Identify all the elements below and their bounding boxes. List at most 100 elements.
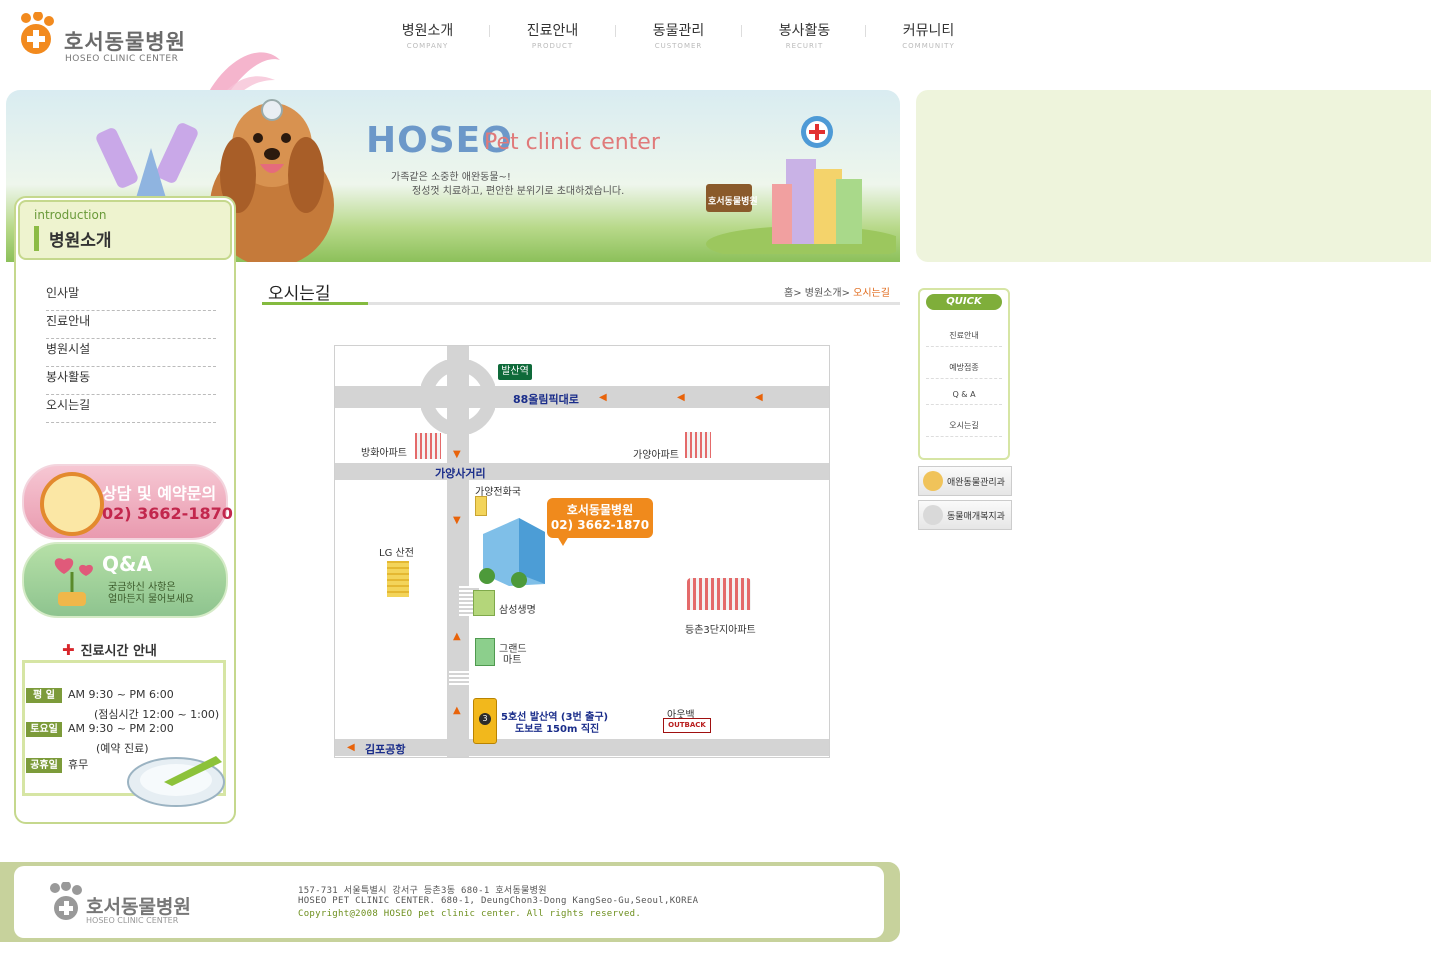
nav-label: 커뮤니티 [902,23,955,39]
sidebar-item-volunteer[interactable]: 봉사활동 [46,368,216,395]
sidebar-item-greeting[interactable]: 인사말 [46,284,216,311]
footer-address-en: HOSEO PET CLINIC CENTER. 680-1, DeungCho… [298,896,699,906]
nav-label: 병원소개 [401,23,454,39]
qa-banner[interactable]: Q&A 궁금하신 사항은 얼마든지 물어보세요 [22,542,228,618]
nav-product[interactable]: 진료안내 PRODUCT [490,20,615,50]
quick-item-directions[interactable]: 오시는길 [926,420,1002,437]
building-icon [473,590,495,616]
logo-subtext: HOSEO CLINIC CENTER [65,54,179,64]
arrow-left-icon: ◀ [755,392,763,403]
clock-dish-decoration [127,756,225,807]
sidebar-intro: introduction [34,208,107,222]
hours-row-weekday: 평 일 AM 9:30 ~ PM 6:00 [26,688,174,703]
pet-care-button[interactable]: 애완동물관리과 [918,466,1012,496]
plant-pot-icon [54,558,93,606]
hours-title-text: 진료시간 안내 [80,644,157,659]
breadcrumb-section[interactable]: 병원소개> [805,288,850,299]
label-lg: LG 산전 [379,548,414,559]
global-nav: 병원소개 COMPANY 진료안내 PRODUCT 동물관리 CUSTOMER … [365,20,985,54]
pet-care-label: 애완동물관리과 [947,478,1005,488]
quick-title: QUICK [926,294,1002,310]
nav-label: 봉사활동 [778,23,831,39]
building-icon [475,638,495,666]
apartment-icon [687,578,751,610]
animal-assisted-button[interactable]: 동물매개복지과 [918,500,1012,530]
quick-item-qa[interactable]: Q & A [926,390,1002,405]
quick-menu: QUICK 진료안내 예방접종 Q & A 오시는길 [918,288,1010,460]
consult-title: 상담 및 예약문의 [102,484,217,503]
nav-recruit[interactable]: 봉사활동 RECURIT [742,20,867,50]
apartment-icon [415,433,441,459]
sidebar-item-directions[interactable]: 오시는길 [46,396,216,423]
site-logo[interactable]: 호서동물병원 HOSEO CLINIC CENTER [14,12,194,68]
quick-item-treatment[interactable]: 진료안내 [926,330,1002,347]
breadcrumb-current: 오시는길 [853,288,890,299]
nav-sublabel: PRODUCT [531,42,574,50]
subway-line-2: 도보로 150m 직진 [515,724,600,735]
nav-sublabel: COMMUNITY [902,42,955,50]
roundabout [421,360,495,434]
consult-banner[interactable]: 상담 및 예약문의 02) 3662-1870 [22,464,233,540]
hours-badge: 평 일 [26,688,62,703]
sidebar-item-treatment[interactable]: 진료안내 [46,312,216,339]
banner-tagline-2: 정성껏 치료하고, 편안한 분위기로 초대하겠습니다. [412,186,625,197]
outback-logo: OUTBACK [663,718,711,733]
nav-label: 동물관리 [652,23,705,39]
hours-text: 휴무 [68,758,89,771]
nav-sublabel: COMPANY [406,42,449,50]
nav-sublabel: RECURIT [785,42,824,50]
crosswalk [449,671,469,685]
hours-text: AM 9:30 ~ PM 6:00 [68,688,174,701]
qa-line-2: 얼마든지 물어보세요 [108,594,194,605]
footer-logo-subtext: HOSEO CLINIC CENTER [86,916,179,925]
arrow-down-icon: ▼ [453,449,461,460]
road-label-airport: 김포공항 [365,743,406,756]
red-cross-icon: ✚ [62,641,75,659]
arrow-left-icon: ◀ [599,392,607,403]
callout-name: 호서동물병원 [566,503,634,517]
clock-icon [40,472,104,536]
label-gayang-apt: 가양아파트 [633,450,679,461]
callout-phone: 02) 3662-1870 [550,518,650,532]
arrow-up-icon: ▲ [453,705,461,716]
label-samsung: 삼성생명 [499,605,536,616]
dog-icon [923,471,943,491]
hours-row-saturday: 토요일 AM 9:30 ~ PM 2:00 [26,722,174,737]
nav-customer[interactable]: 동물관리 CUSTOMER [616,20,741,50]
nav-sublabel: CUSTOMER [654,42,703,50]
nav-company[interactable]: 병원소개 COMPANY [365,20,490,50]
paw-cross-icon [21,12,54,54]
sidebar-item-facilities[interactable]: 병원시설 [46,340,216,367]
sidebar-header: introduction 병원소개 [18,200,232,260]
apartment-icon [685,432,711,458]
building-icon [475,496,487,516]
subway-exit-icon: 3 [473,698,497,744]
hospital-callout: 호서동물병원 02) 3662-1870 [547,498,653,538]
sidebar-title: 병원소개 [34,226,112,251]
syringe-illustration [96,123,198,198]
hours-row-holiday: 공휴일 휴무 [26,756,88,773]
road-gayang [335,463,829,480]
breadcrumb-home[interactable]: 홈> [784,288,802,299]
footer-address-ko: 157-731 서울특별시 강서구 등촌3동 680-1 호서동물병원 [298,886,547,896]
hospital-building-icon [479,518,545,588]
label-banghwa-apt: 방화아파트 [361,448,407,459]
nav-community[interactable]: 커뮤니티 COMMUNITY [866,20,991,50]
label-deungchon-apt: 등촌3단지아파트 [685,625,756,636]
arrow-up-icon: ▲ [453,631,461,642]
breadcrumb: 홈> 병원소개> 오시는길 [784,284,890,299]
banner-subtitle: Pet clinic center [484,130,660,155]
hospital-building-illustration [706,116,896,254]
building-icon [387,561,409,597]
exit-number: 3 [479,713,491,725]
arrow-left-icon: ◀ [677,392,685,403]
footer-copyright: Copyright@2008 HOSEO pet clinic center. … [298,909,642,919]
quick-item-vaccination[interactable]: 예방접종 [926,362,1002,379]
nav-label: 진료안내 [526,23,579,39]
sidebar-menu: 인사말 진료안내 병원시설 봉사활동 오시는길 [46,284,216,424]
animal-assisted-label: 동물매개복지과 [947,512,1005,522]
callout-pointer [557,536,569,546]
footer-logo-text: 호서동물병원 [86,896,191,918]
directions-map: 발산역 88올림픽대로 가양사거리 김포공항 ◀ ◀ ◀ ◀ ▼ ▼ ▲ ▲ 방… [334,345,830,758]
puppy-icon [923,505,943,525]
